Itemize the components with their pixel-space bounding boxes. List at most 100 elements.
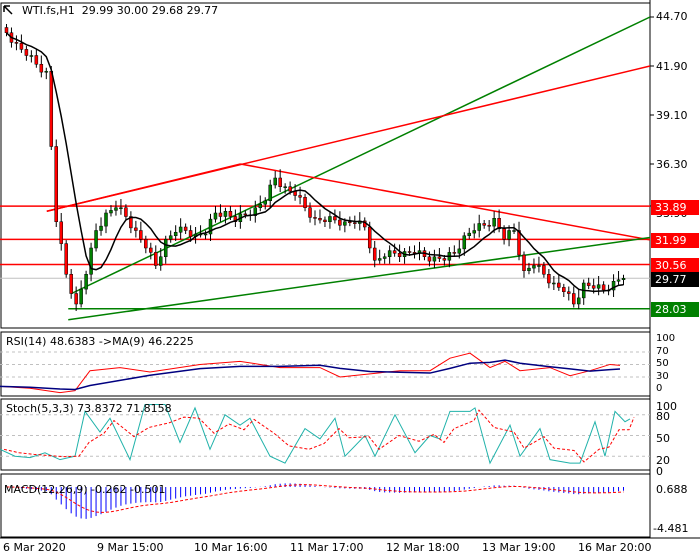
candle: [308, 207, 312, 218]
candle: [377, 258, 382, 261]
candle: [228, 211, 233, 217]
candle: [183, 226, 188, 231]
candle: [397, 253, 402, 257]
macd-tick: 0.688: [656, 483, 688, 496]
candle: [64, 243, 68, 275]
candle: [89, 247, 93, 275]
level-tag: 28.03: [651, 302, 699, 317]
candle: [407, 251, 412, 253]
candle: [452, 252, 457, 254]
candle: [477, 223, 481, 231]
macd-tick: -4.481: [653, 522, 689, 535]
candle: [532, 265, 536, 269]
candle: [104, 212, 108, 227]
trend-line: [71, 16, 651, 295]
time-tick: 12 Mar 18:00: [386, 541, 460, 554]
symbol-header: WTI.fs,H1 29.99 30.00 29.68 29.77: [22, 4, 218, 17]
candle: [54, 146, 58, 222]
candle: [223, 211, 228, 217]
candle: [492, 218, 496, 227]
candle: [427, 256, 432, 262]
candle: [596, 284, 601, 289]
candle: [34, 55, 39, 65]
candle: [163, 239, 168, 257]
candle: [109, 210, 113, 214]
price-tick: 41.90: [656, 60, 688, 73]
price-tick: 44.70: [656, 10, 688, 23]
candle: [168, 235, 173, 240]
chart-canvas[interactable]: [0, 0, 700, 560]
rsi-tick: 70: [656, 346, 669, 357]
candle: [616, 279, 621, 282]
candle: [372, 247, 377, 261]
stoch-label: Stoch(5,3,3) 73.8372 71.8158: [6, 402, 172, 415]
candle: [462, 235, 467, 250]
candle: [288, 186, 292, 192]
level-tag: 30.56: [651, 258, 699, 273]
candle: [188, 230, 193, 237]
candle: [472, 230, 476, 234]
candle: [512, 230, 516, 232]
candle: [4, 27, 9, 33]
candle: [14, 42, 19, 44]
candle: [119, 207, 123, 209]
candle: [562, 287, 566, 292]
candle: [218, 212, 223, 217]
candle: [382, 256, 387, 259]
rsi-tick: 100: [656, 333, 676, 344]
candle: [517, 230, 521, 256]
candle: [367, 226, 372, 249]
symbol-label: WTI.fs,H1: [22, 4, 75, 17]
candle: [49, 71, 54, 147]
candle: [74, 293, 78, 305]
candle: [576, 297, 581, 305]
trading-chart[interactable]: WTI.fs,H1 29.99 30.00 29.68 29.77 44.70 …: [0, 0, 700, 560]
candle: [591, 285, 596, 289]
candle: [139, 230, 143, 240]
candle: [507, 230, 511, 240]
candle: [44, 71, 49, 73]
candle: [114, 207, 118, 211]
stoch-tick: 50: [656, 432, 670, 445]
arrow-icon: [3, 5, 13, 15]
candle: [353, 222, 357, 224]
time-tick: 10 Mar 16:00: [194, 541, 268, 554]
time-tick: 16 Mar 20:00: [578, 541, 652, 554]
candle: [124, 207, 128, 217]
rsi-tick: 30: [656, 371, 669, 382]
candle: [557, 282, 561, 288]
price-tick: 36.30: [656, 158, 688, 171]
candle: [387, 250, 392, 257]
candle: [522, 254, 526, 271]
candle: [432, 256, 437, 262]
candle: [69, 274, 73, 294]
candle: [482, 223, 486, 226]
candle: [323, 219, 327, 222]
candle: [243, 213, 248, 216]
candle: [99, 225, 103, 231]
candle: [586, 282, 591, 286]
candle: [313, 217, 317, 219]
rsi-tick: 50: [656, 358, 669, 369]
candle: [19, 43, 24, 50]
candle: [203, 233, 208, 236]
candle: [621, 278, 626, 281]
candle: [318, 218, 322, 221]
macd-label: MACD(12,26,9) -0.262 -0.501: [4, 483, 166, 496]
rsi-tick: 0: [656, 383, 663, 394]
candle: [173, 232, 178, 236]
candle: [487, 225, 491, 227]
candle: [258, 204, 263, 208]
candle: [178, 226, 183, 233]
time-tick: 13 Mar 19:00: [482, 541, 556, 554]
candle: [328, 216, 332, 222]
candle: [527, 267, 531, 271]
candle: [601, 284, 606, 291]
moving-average-line: [5, 32, 624, 293]
time-tick: 6 Mar 2020: [3, 541, 66, 554]
candle: [348, 221, 352, 223]
candle: [59, 221, 63, 244]
candle: [303, 197, 307, 208]
candle: [263, 200, 267, 205]
level-tag: 31.99: [651, 233, 699, 248]
